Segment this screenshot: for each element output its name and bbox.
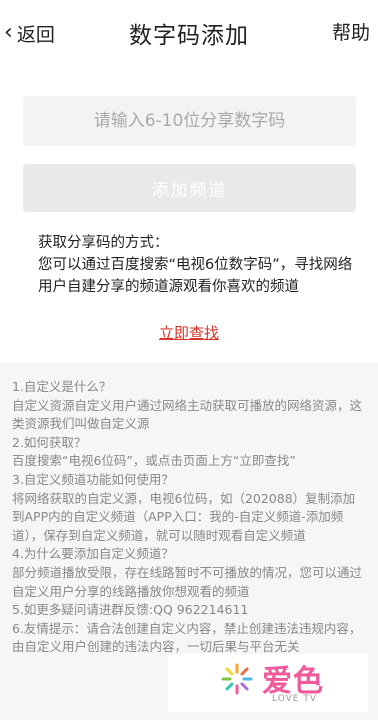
flower-logo-icon: [221, 663, 253, 695]
page-title: 数字码添加: [129, 23, 249, 49]
faq-line: 6.友情提示：请合法创建自定义内容，禁止创建违法违规内容，由自定义用户创建的违法…: [12, 620, 362, 655]
find-now-link[interactable]: 立即查找: [0, 322, 378, 343]
add-channel-button[interactable]: 添加频道: [23, 164, 356, 212]
faq-line: 将网络获取的自定义源，电视6位码，如（202088）复制添加到APP内的自定义频…: [12, 490, 356, 543]
how-to-heading: 获取分享码的方式：: [38, 235, 169, 251]
help-button[interactable]: 帮助: [332, 18, 370, 45]
top-nav-bar: ‹ 返回 数字码添加 帮助: [0, 0, 378, 62]
share-code-input[interactable]: [23, 96, 356, 146]
faq-line: 2.如何获取？: [12, 434, 87, 450]
faq-line: 5.如更多疑问请进群反馈:QQ 962214611: [12, 602, 249, 618]
brand-subtitle: LOVE TV: [272, 694, 317, 704]
faq-line: 百度搜索“电视6位码”，或点击页面上方“立即查找”: [12, 453, 296, 469]
how-to-body: 您可以通过百度搜索“电视6位数字码”，寻找网络用户自建分享的频道源观看你喜欢的频…: [38, 257, 353, 295]
faq-line: 3.自定义频道功能如何使用？: [12, 471, 174, 487]
how-to-get-code: 获取分享码的方式： 您可以通过百度搜索“电视6位数字码”，寻找网络用户自建分享的…: [38, 232, 358, 298]
add-code-panel: 添加频道 获取分享码的方式： 您可以通过百度搜索“电视6位数字码”，寻找网络用户…: [0, 62, 378, 362]
brand-watermark: 爱色 LOVE TV: [168, 654, 368, 712]
faq-line: 自定义资源自定义用户通过网络主动获取可播放的网络资源，这类资源我们叫做自定义源: [12, 397, 363, 432]
faq-line: 1.自定义是什么？: [12, 379, 112, 394]
faq-line: 部分频道播放受限，存在线路暂时不可播放的情况，您可以通过自定义用户分享的线路播放…: [12, 564, 363, 599]
faq-line: 4.为什么要添加自定义频道？: [12, 546, 174, 562]
